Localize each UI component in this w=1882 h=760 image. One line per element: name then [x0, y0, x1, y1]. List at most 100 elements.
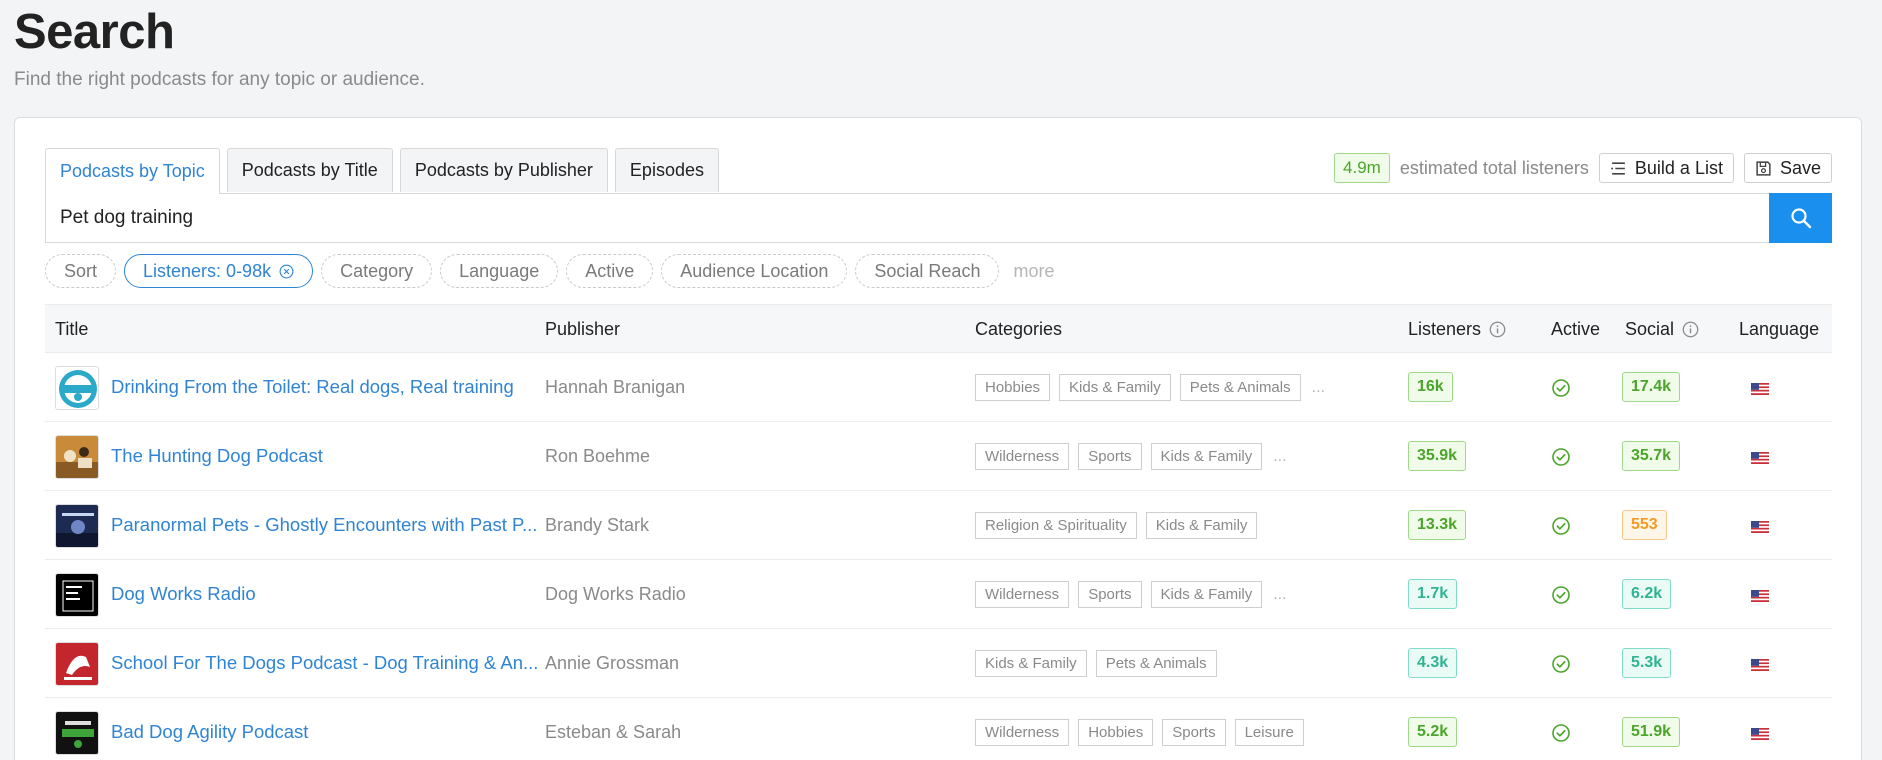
podcast-title-link[interactable]: School For The Dogs Podcast - Dog Traini…: [111, 652, 538, 674]
category-tag[interactable]: Hobbies: [1078, 719, 1154, 746]
category-tag[interactable]: Wilderness: [975, 581, 1070, 608]
table-row[interactable]: Dog Works Radio Dog Works Radio Wilderne…: [45, 560, 1832, 629]
category-tag[interactable]: Leisure: [1234, 719, 1304, 746]
table-header: Title Publisher Categories Listeners Act…: [45, 304, 1832, 353]
publisher-name: Dog Works Radio: [545, 584, 686, 604]
podcast-artwork[interactable]: [55, 435, 99, 479]
listeners-badge: 13.3k: [1408, 510, 1467, 540]
category-tag[interactable]: Wilderness: [975, 719, 1070, 746]
search-input[interactable]: [46, 194, 1769, 242]
column-active[interactable]: Active: [1551, 319, 1600, 340]
build-list-button[interactable]: Build a List: [1598, 153, 1734, 183]
column-publisher[interactable]: Publisher: [545, 319, 620, 340]
more-categories[interactable]: ...: [1273, 586, 1286, 604]
more-categories[interactable]: ...: [1273, 448, 1286, 466]
category-chip[interactable]: Category: [321, 254, 433, 288]
sort-chip[interactable]: Sort: [45, 254, 117, 288]
category-tag[interactable]: Wilderness: [975, 443, 1070, 470]
tab-podcasts-by-publisher[interactable]: Podcasts by Publisher: [399, 148, 608, 192]
tab-podcasts-by-topic[interactable]: Podcasts by Topic: [45, 148, 220, 194]
categories-list: Wilderness Sports Kids & Family...: [975, 581, 1287, 608]
category-tag[interactable]: Kids & Family: [975, 650, 1087, 677]
check-circle-icon: [1551, 585, 1571, 610]
save-button[interactable]: Save: [1743, 153, 1832, 183]
podcast-artwork[interactable]: [55, 573, 99, 617]
category-tag[interactable]: Religion & Spirituality: [975, 512, 1137, 539]
more-filters-link[interactable]: more: [1013, 261, 1054, 282]
table-row[interactable]: The Hunting Dog Podcast Ron Boehme Wilde…: [45, 422, 1832, 491]
table-row[interactable]: Bad Dog Agility Podcast Esteban & Sarah …: [45, 698, 1832, 760]
podcast-title-link[interactable]: The Hunting Dog Podcast: [111, 445, 323, 467]
estimate-badge: 4.9m: [1334, 153, 1390, 183]
us-flag-icon: [1751, 589, 1769, 607]
build-list-label: Build a List: [1634, 157, 1723, 178]
page-subtitle: Find the right podcasts for any topic or…: [14, 69, 425, 90]
column-title[interactable]: Title: [55, 319, 88, 340]
category-tag[interactable]: Kids & Family: [1150, 443, 1263, 470]
podcast-artwork[interactable]: [55, 711, 99, 755]
categories-list: Religion & Spirituality Kids & Family: [975, 512, 1258, 539]
category-tag[interactable]: Kids & Family: [1059, 374, 1171, 401]
podcast-title-link[interactable]: Drinking From the Toilet: Real dogs, Rea…: [111, 376, 514, 398]
social-cell: 17.4k: [1622, 372, 1681, 402]
podcast-title-link[interactable]: Dog Works Radio: [111, 583, 256, 605]
podcast-artwork[interactable]: [55, 366, 99, 410]
category-tag[interactable]: Hobbies: [975, 374, 1051, 401]
publisher-name: Hannah Branigan: [545, 377, 686, 397]
category-tag[interactable]: Sports: [1078, 581, 1142, 608]
table-row[interactable]: Drinking From the Toilet: Real dogs, Rea…: [45, 353, 1832, 422]
table-row[interactable]: School For The Dogs Podcast - Dog Traini…: [45, 629, 1832, 698]
podcast-title-link[interactable]: Bad Dog Agility Podcast: [111, 721, 308, 743]
table-row[interactable]: Paranormal Pets - Ghostly Encounters wit…: [45, 491, 1832, 560]
categories-list: Wilderness Sports Kids & Family...: [975, 443, 1287, 470]
listeners-filter-label: Listeners: 0-98k: [143, 260, 272, 281]
search-card: Podcasts by Topic Podcasts by Title Podc…: [14, 117, 1862, 760]
us-flag-icon: [1751, 382, 1769, 400]
social-reach-chip[interactable]: Social Reach: [855, 254, 1000, 288]
column-listeners[interactable]: Listeners: [1408, 319, 1506, 340]
categories-list: Hobbies Kids & Family Pets & Animals...: [975, 374, 1325, 401]
us-flag-icon: [1751, 520, 1769, 538]
estimate-label: estimated total listeners: [1399, 157, 1589, 178]
page-title: Search: [14, 5, 175, 59]
search-button[interactable]: [1769, 193, 1832, 243]
close-circle-icon[interactable]: [279, 264, 294, 279]
check-circle-icon: [1551, 516, 1571, 541]
check-circle-icon: [1551, 723, 1571, 748]
category-tag[interactable]: Sports: [1078, 443, 1142, 470]
category-tag[interactable]: Sports: [1162, 719, 1226, 746]
column-social[interactable]: Social: [1625, 319, 1699, 340]
category-tag[interactable]: Kids & Family: [1145, 512, 1258, 539]
category-tag[interactable]: Pets & Animals: [1095, 650, 1217, 677]
check-circle-icon: [1551, 378, 1571, 403]
listeners-badge: 16k: [1408, 372, 1453, 402]
active-chip[interactable]: Active: [566, 254, 654, 288]
podcast-artwork[interactable]: [55, 504, 99, 548]
social-badge: 553: [1622, 510, 1667, 540]
tab-podcasts-by-title[interactable]: Podcasts by Title: [226, 148, 393, 192]
us-flag-icon: [1751, 451, 1769, 469]
us-flag-icon: [1751, 727, 1769, 745]
more-categories[interactable]: ...: [1312, 379, 1325, 397]
info-icon[interactable]: [1682, 321, 1699, 338]
podcast-title-link[interactable]: Paranormal Pets - Ghostly Encounters wit…: [111, 514, 537, 536]
publisher-name: Esteban & Sarah: [545, 722, 682, 742]
audience-location-chip[interactable]: Audience Location: [661, 254, 848, 288]
language-chip[interactable]: Language: [440, 254, 559, 288]
info-icon[interactable]: [1489, 321, 1506, 338]
category-tag[interactable]: Pets & Animals: [1179, 374, 1301, 401]
social-cell: 35.7k: [1622, 441, 1681, 471]
listeners-badge: 1.7k: [1408, 579, 1458, 609]
listeners-cell: 5.2k: [1408, 717, 1458, 747]
save-label: Save: [1779, 157, 1821, 178]
listeners-filter-chip[interactable]: Listeners: 0-98k: [124, 254, 314, 288]
category-tag[interactable]: Kids & Family: [1150, 581, 1263, 608]
podcast-artwork[interactable]: [55, 642, 99, 686]
column-language: Language: [1739, 319, 1820, 339]
social-cell: 5.3k: [1622, 648, 1672, 678]
social-badge: 35.7k: [1622, 441, 1681, 471]
tab-episodes[interactable]: Episodes: [614, 148, 719, 192]
listeners-cell: 16k: [1408, 372, 1453, 402]
search-tabs: Podcasts by Topic Podcasts by Title Podc…: [45, 148, 719, 194]
search-bar: [45, 193, 1832, 243]
